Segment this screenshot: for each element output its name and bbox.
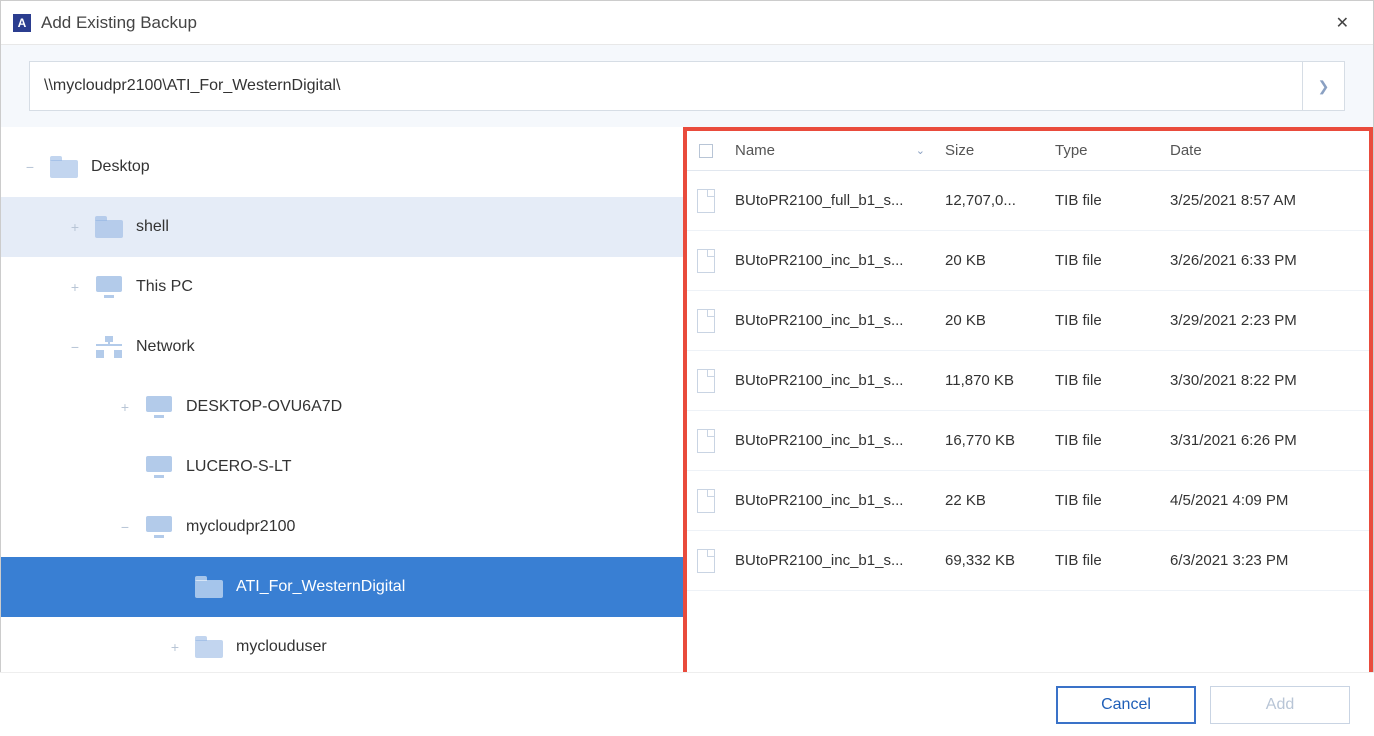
file-size: 20 KB — [935, 252, 1045, 269]
collapse-icon[interactable]: − — [21, 159, 39, 175]
title-bar: A Add Existing Backup ✕ — [1, 1, 1373, 45]
file-row[interactable]: BUtoPR2100_inc_b1_s...20 KBTIB file3/26/… — [687, 231, 1369, 291]
file-size: 12,707,0... — [935, 192, 1045, 209]
tree-item-ati[interactable]: ATI_For_WesternDigital — [1, 557, 683, 617]
expand-icon[interactable]: + — [66, 219, 84, 235]
file-row[interactable]: BUtoPR2100_full_b1_s...12,707,0...TIB fi… — [687, 171, 1369, 231]
expand-icon[interactable]: + — [66, 279, 84, 295]
cancel-button[interactable]: Cancel — [1056, 686, 1196, 724]
computer-icon — [146, 516, 172, 538]
tree-item-shell[interactable]: + shell — [1, 197, 683, 257]
file-row[interactable]: BUtoPR2100_inc_b1_s...69,332 KBTIB file6… — [687, 531, 1369, 591]
expand-icon[interactable]: + — [116, 399, 134, 415]
tree-label: ATI_For_WesternDigital — [236, 578, 405, 596]
tree-label: shell — [136, 218, 169, 236]
dialog-footer: Cancel Add — [0, 672, 1374, 736]
file-date: 3/29/2021 2:23 PM — [1160, 312, 1369, 329]
file-name: BUtoPR2100_full_b1_s... — [725, 192, 935, 209]
file-date: 6/3/2021 3:23 PM — [1160, 552, 1369, 569]
tree-item-desktop-ovu[interactable]: + DESKTOP-OVU6A7D — [1, 377, 683, 437]
file-type: TIB file — [1045, 252, 1160, 269]
tree-label: LUCERO-S-LT — [186, 458, 292, 476]
file-date: 3/30/2021 8:22 PM — [1160, 372, 1369, 389]
folder-tree: − Desktop + shell + This — [1, 127, 683, 735]
tree-label: Network — [136, 338, 195, 356]
file-name: BUtoPR2100_inc_b1_s... — [725, 492, 935, 509]
folder-icon — [95, 216, 123, 238]
column-date[interactable]: Date — [1160, 142, 1369, 159]
file-icon — [697, 369, 715, 393]
file-size: 20 KB — [935, 312, 1045, 329]
tree-item-thispc[interactable]: + This PC — [1, 257, 683, 317]
file-date: 3/26/2021 6:33 PM — [1160, 252, 1369, 269]
column-type[interactable]: Type — [1045, 142, 1160, 159]
file-name: BUtoPR2100_inc_b1_s... — [725, 552, 935, 569]
column-size[interactable]: Size — [935, 142, 1045, 159]
tree-item-network[interactable]: − Network — [1, 317, 683, 377]
expand-icon[interactable]: + — [166, 639, 184, 655]
file-icon — [697, 309, 715, 333]
tree-label: This PC — [136, 278, 193, 296]
dialog-window: A Add Existing Backup ✕ ❯ − Desktop + — [0, 0, 1374, 736]
file-icon — [697, 489, 715, 513]
collapse-icon[interactable]: − — [116, 519, 134, 535]
file-name: BUtoPR2100_inc_b1_s... — [725, 252, 935, 269]
file-size: 11,870 KB — [935, 372, 1045, 389]
file-icon — [697, 429, 715, 453]
path-bar-container: ❯ — [1, 45, 1373, 127]
file-type: TIB file — [1045, 492, 1160, 509]
tree-label: DESKTOP-OVU6A7D — [186, 398, 342, 416]
file-size: 69,332 KB — [935, 552, 1045, 569]
file-date: 3/25/2021 8:57 AM — [1160, 192, 1369, 209]
computer-icon — [146, 456, 172, 478]
file-name: BUtoPR2100_inc_b1_s... — [725, 372, 935, 389]
file-type: TIB file — [1045, 372, 1160, 389]
file-row[interactable]: BUtoPR2100_inc_b1_s...16,770 KBTIB file3… — [687, 411, 1369, 471]
path-bar: ❯ — [29, 61, 1345, 111]
sort-icon: ⌄ — [916, 144, 925, 157]
file-type: TIB file — [1045, 552, 1160, 569]
file-type: TIB file — [1045, 432, 1160, 449]
window-title: Add Existing Backup — [41, 13, 197, 33]
folder-icon — [195, 576, 223, 598]
path-input[interactable] — [30, 62, 1302, 110]
file-icon — [697, 189, 715, 213]
file-type: TIB file — [1045, 312, 1160, 329]
column-name[interactable]: Name⌄ — [725, 142, 935, 159]
collapse-icon[interactable]: − — [66, 339, 84, 355]
tree-label: myclouduser — [236, 638, 327, 656]
tree-label: mycloudpr2100 — [186, 518, 295, 536]
file-size: 22 KB — [935, 492, 1045, 509]
app-icon: A — [13, 14, 31, 32]
tree-item-desktop[interactable]: − Desktop — [1, 137, 683, 197]
tree-label: Desktop — [91, 158, 150, 176]
pc-icon — [96, 276, 122, 298]
computer-icon — [146, 396, 172, 418]
folder-icon — [195, 636, 223, 658]
file-name: BUtoPR2100_inc_b1_s... — [725, 312, 935, 329]
main-area: − Desktop + shell + This — [1, 127, 1373, 735]
file-name: BUtoPR2100_inc_b1_s... — [725, 432, 935, 449]
file-row[interactable]: BUtoPR2100_inc_b1_s...11,870 KBTIB file3… — [687, 351, 1369, 411]
file-list: Name⌄ Size Type Date BUtoPR2100_full_b1_… — [683, 127, 1373, 677]
list-header: Name⌄ Size Type Date — [687, 131, 1369, 171]
file-date: 4/5/2021 4:09 PM — [1160, 492, 1369, 509]
file-size: 16,770 KB — [935, 432, 1045, 449]
close-button[interactable]: ✕ — [1324, 5, 1361, 41]
go-button[interactable]: ❯ — [1302, 62, 1344, 110]
file-icon — [697, 249, 715, 273]
file-row[interactable]: BUtoPR2100_inc_b1_s...22 KBTIB file4/5/2… — [687, 471, 1369, 531]
tree-item-myclouduser[interactable]: + myclouduser — [1, 617, 683, 677]
tree-item-mycloud[interactable]: − mycloudpr2100 — [1, 497, 683, 557]
network-icon — [96, 336, 122, 358]
file-type: TIB file — [1045, 192, 1160, 209]
tree-item-lucero[interactable]: LUCERO-S-LT — [1, 437, 683, 497]
file-icon — [697, 549, 715, 573]
file-row[interactable]: BUtoPR2100_inc_b1_s...20 KBTIB file3/29/… — [687, 291, 1369, 351]
file-date: 3/31/2021 6:26 PM — [1160, 432, 1369, 449]
select-all-checkbox[interactable] — [699, 144, 713, 158]
add-button[interactable]: Add — [1210, 686, 1350, 724]
folder-icon — [50, 156, 78, 178]
